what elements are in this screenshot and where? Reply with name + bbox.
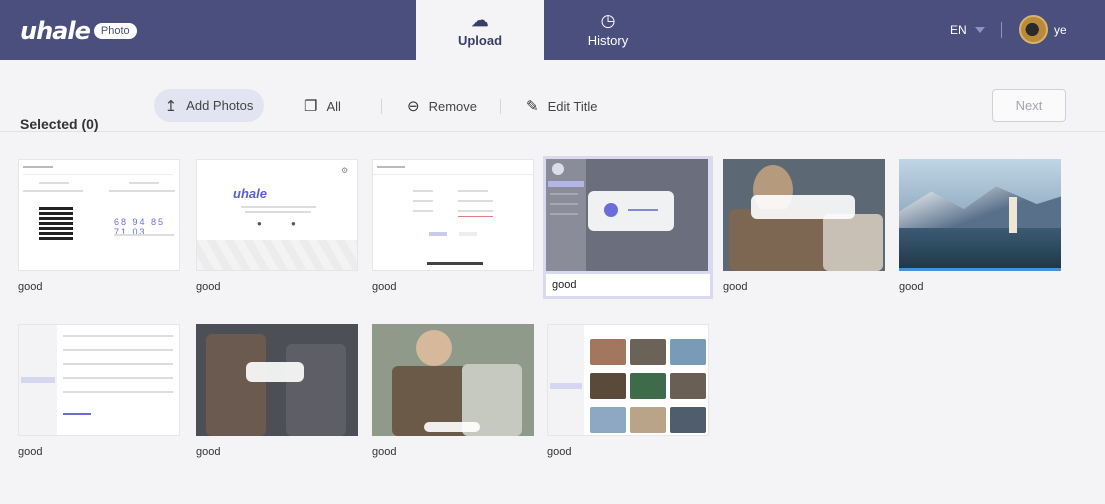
playback-controls bbox=[424, 422, 480, 432]
logo-badge: Photo bbox=[93, 23, 137, 39]
app-logo[interactable]: uhale Photo bbox=[20, 17, 137, 45]
photo-caption: good bbox=[18, 446, 43, 458]
time-picker-dialog bbox=[588, 191, 674, 231]
next-label: Next bbox=[1015, 98, 1043, 113]
photo-caption: good bbox=[899, 281, 924, 293]
action-menu bbox=[246, 362, 304, 382]
photo-card[interactable]: good bbox=[372, 324, 534, 460]
select-all-button[interactable]: ❐ All bbox=[304, 97, 341, 115]
select-all-label: All bbox=[326, 98, 341, 114]
photo-thumbnail[interactable]: ⚙ uhale ● ● bbox=[196, 159, 358, 271]
photo-thumbnail[interactable] bbox=[899, 159, 1061, 271]
photo-thumbnail[interactable] bbox=[372, 159, 534, 271]
cloud-upload-icon: ☁ bbox=[471, 11, 489, 30]
language-label: EN bbox=[950, 23, 967, 37]
photo-card[interactable]: good bbox=[723, 159, 885, 295]
minus-circle-icon: ⊖ bbox=[407, 98, 420, 115]
toolbar-divider bbox=[500, 99, 501, 114]
thumb-logo: uhale bbox=[233, 186, 267, 201]
photo-thumbnail[interactable]: 68 94 85 71 03 bbox=[18, 159, 180, 271]
add-photos-label: Add Photos bbox=[186, 98, 254, 113]
photo-card[interactable]: 68 94 85 71 03 good bbox=[18, 159, 180, 295]
edit-title-label: Edit Title bbox=[547, 98, 598, 114]
logo-wordmark: uhale bbox=[20, 17, 91, 45]
avatar[interactable] bbox=[1019, 15, 1048, 44]
tab-upload[interactable]: ☁ Upload bbox=[416, 0, 544, 60]
remove-button[interactable]: ⊖ Remove bbox=[407, 97, 477, 115]
toolbar-divider bbox=[381, 99, 382, 114]
photo-caption: good bbox=[196, 281, 221, 293]
photo-card[interactable]: good bbox=[547, 324, 709, 460]
photo-thumbnail[interactable] bbox=[546, 159, 708, 271]
tab-history-label: History bbox=[587, 33, 629, 48]
edit-icon: ✎ bbox=[526, 98, 539, 115]
selected-count-text: Selected (0) bbox=[20, 116, 99, 132]
top-bar: uhale Photo ☁ Upload ◷ History EN ye bbox=[0, 0, 1105, 60]
chevron-down-icon bbox=[974, 27, 985, 33]
photo-caption: good bbox=[547, 446, 572, 458]
photo-thumbnail[interactable] bbox=[723, 159, 885, 271]
photo-thumbnail[interactable] bbox=[547, 324, 709, 436]
language-select[interactable]: EN bbox=[950, 23, 985, 37]
caption-edit-field[interactable] bbox=[546, 274, 710, 296]
next-button[interactable]: Next bbox=[992, 89, 1066, 122]
tab-upload-label: Upload bbox=[457, 33, 503, 48]
photo-caption: good bbox=[372, 281, 397, 293]
gear-icon: ⚙ bbox=[341, 166, 349, 175]
photo-card[interactable]: ⚙ uhale ● ● good bbox=[196, 159, 358, 295]
edit-title-button[interactable]: ✎ Edit Title bbox=[526, 97, 597, 115]
tab-history[interactable]: ◷ History bbox=[544, 0, 672, 60]
photo-caption: good bbox=[723, 281, 748, 293]
photo-thumbnail[interactable] bbox=[196, 324, 358, 436]
photo-caption: good bbox=[18, 281, 43, 293]
clock-icon: ◷ bbox=[600, 11, 616, 30]
photo-card[interactable]: good bbox=[372, 159, 534, 295]
qr-code-image bbox=[39, 206, 73, 240]
photo-card-selected[interactable] bbox=[543, 156, 713, 299]
photo-thumbnail[interactable] bbox=[18, 324, 180, 436]
photo-card[interactable]: good bbox=[18, 324, 180, 460]
user-icon: ● bbox=[257, 219, 262, 228]
add-photos-button[interactable]: ↥ Add Photos bbox=[154, 89, 264, 122]
copy-icon: ❐ bbox=[304, 98, 318, 115]
username[interactable]: ye bbox=[1054, 23, 1067, 37]
action-menu bbox=[751, 195, 855, 219]
header-divider bbox=[1001, 22, 1002, 38]
photo-card[interactable]: good bbox=[196, 324, 358, 460]
photo-caption: good bbox=[196, 446, 221, 458]
photo-thumbnail[interactable] bbox=[372, 324, 534, 436]
remove-label: Remove bbox=[428, 98, 477, 114]
upload-icon: ↥ bbox=[164, 97, 178, 115]
photo-caption: good bbox=[372, 446, 397, 458]
photo-card[interactable]: good bbox=[899, 159, 1061, 295]
user-icon: ● bbox=[291, 219, 296, 228]
